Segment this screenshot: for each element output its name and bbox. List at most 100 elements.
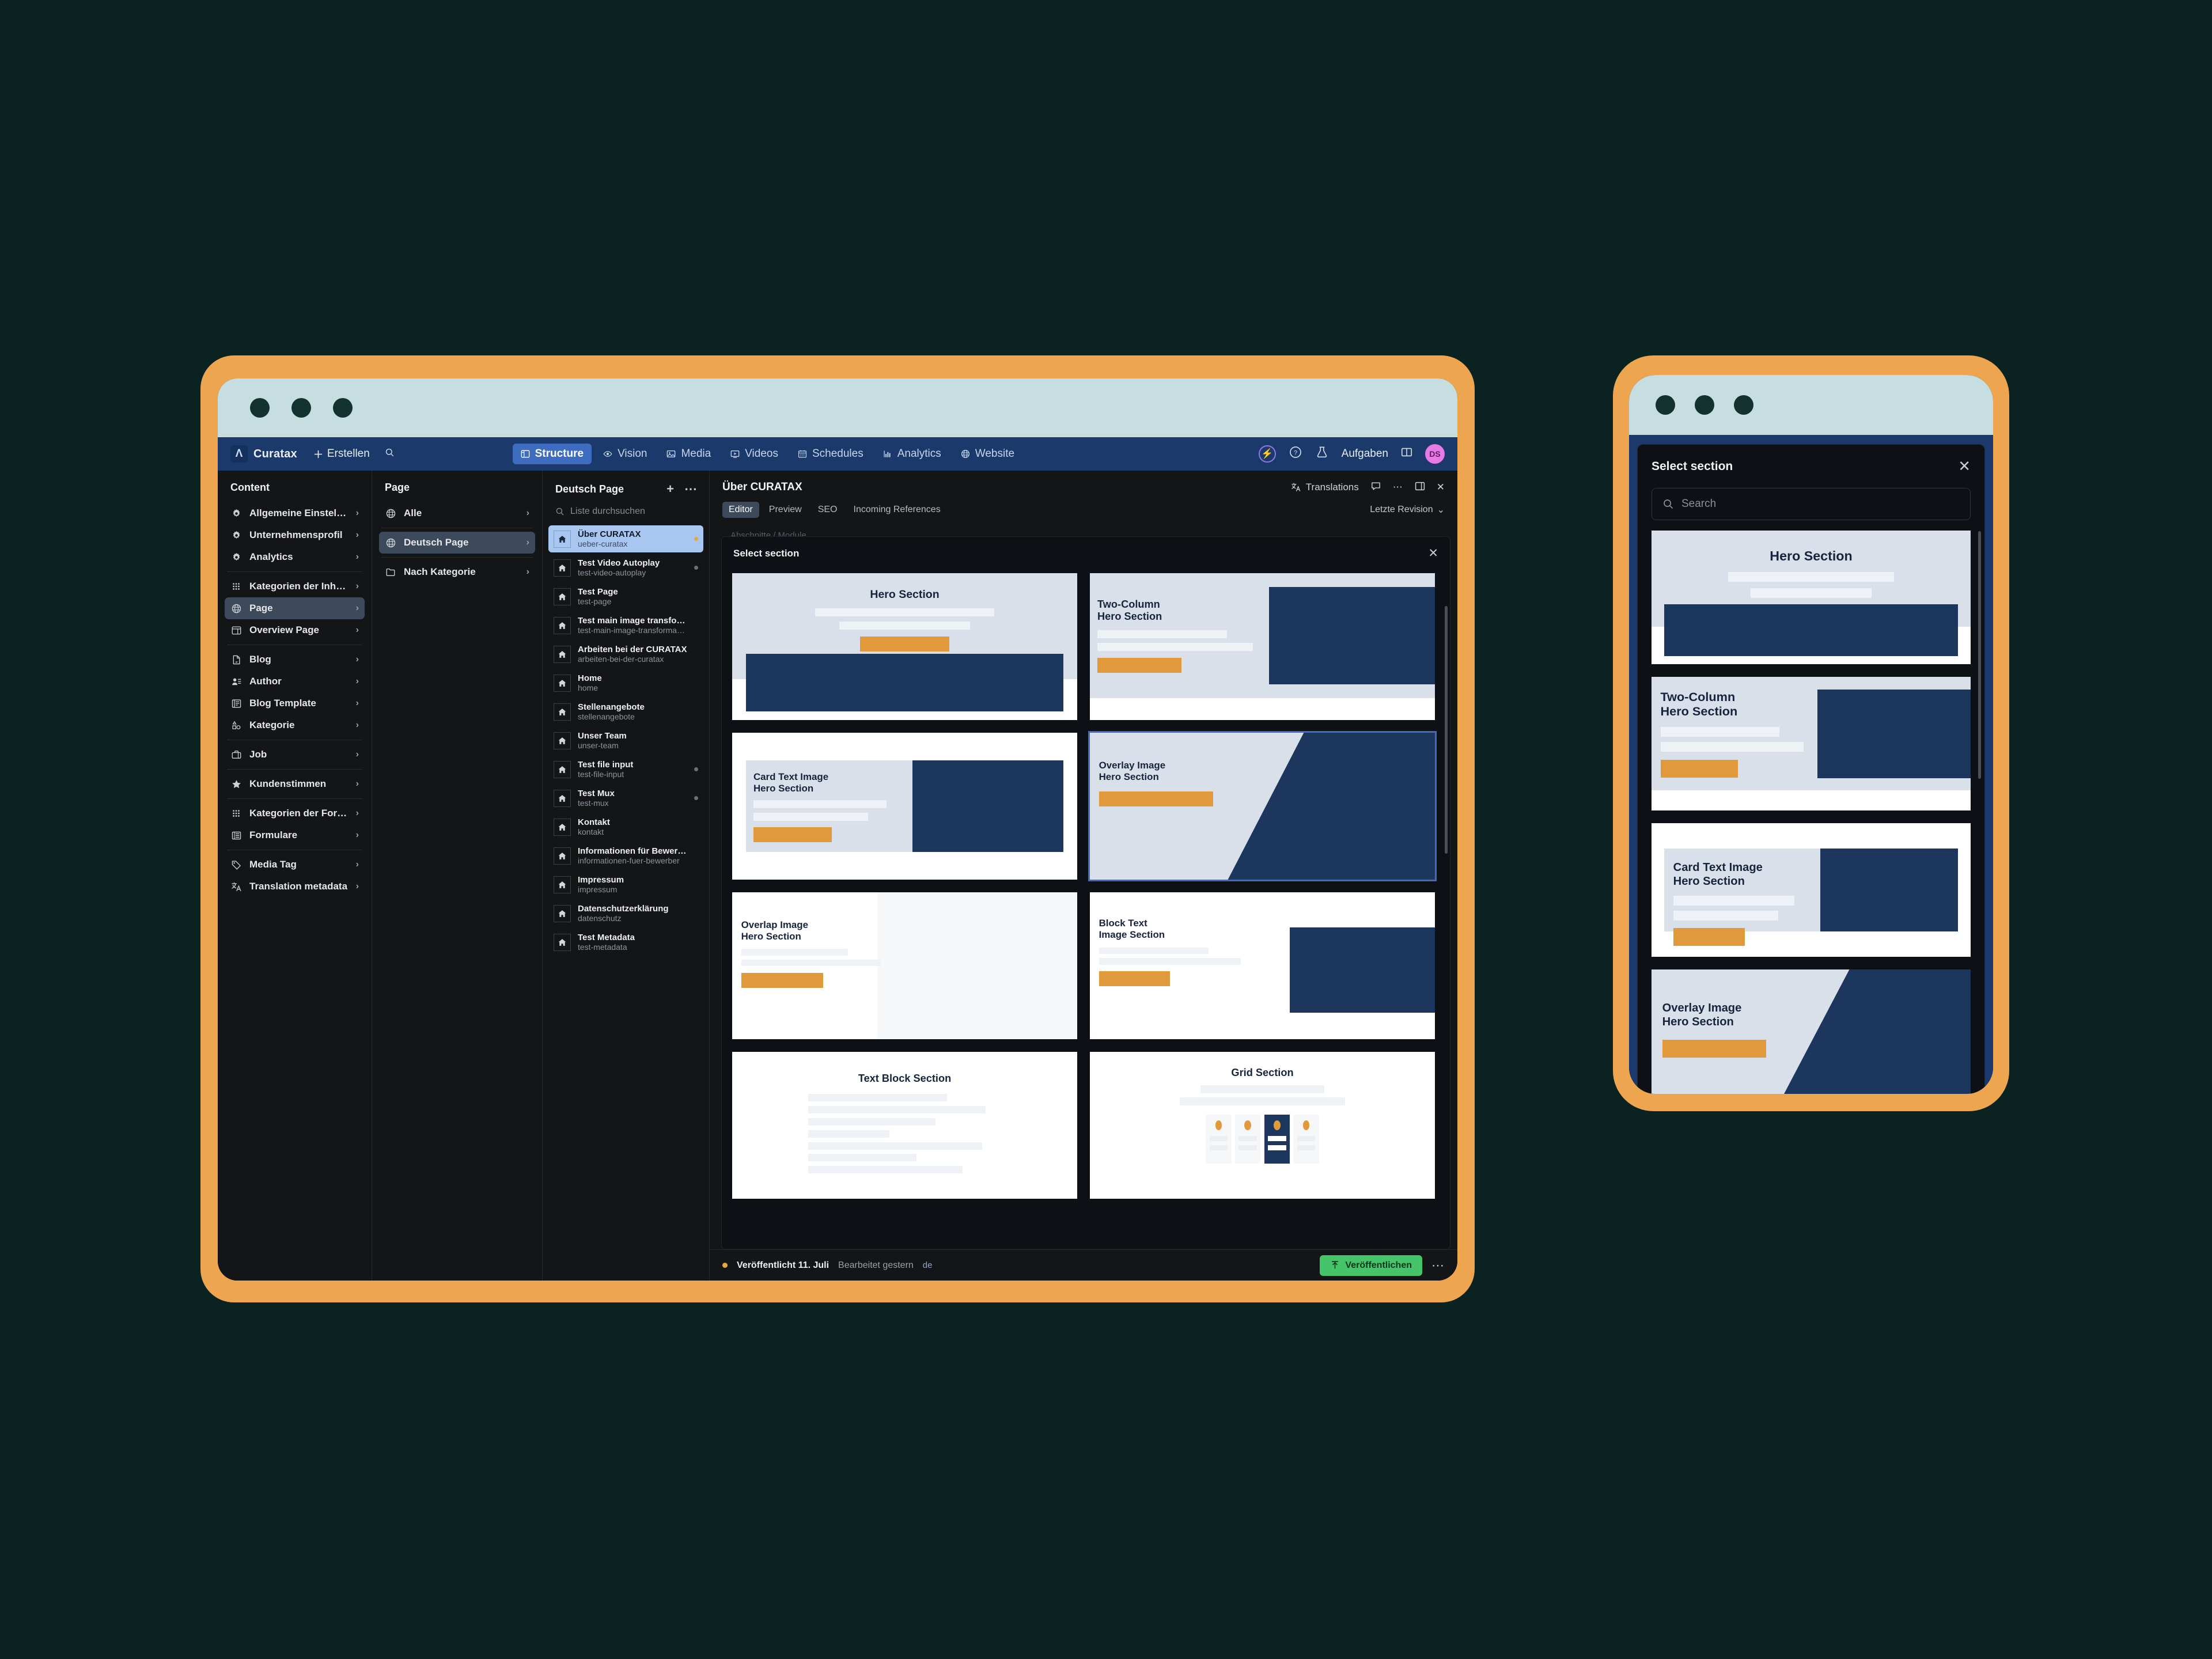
sidebar-item-media-tag[interactable]: Media Tag › — [225, 854, 365, 876]
tab-seo[interactable]: SEO — [812, 502, 844, 518]
document-list-item[interactable]: Datenschutzerklärung datenschutz — [548, 900, 703, 927]
sidebar-item-formulare[interactable]: Formulare › — [225, 824, 365, 846]
sidebar-item-blog[interactable]: ar Blog › — [225, 649, 365, 671]
section-card[interactable]: Two-Column Hero Section — [1090, 573, 1435, 720]
section-card-title: Card Text Image Hero Section — [1673, 861, 1763, 888]
tab-editor[interactable]: Editor — [722, 502, 759, 518]
documents-list[interactable]: Über CURATAX ueber-curatax Test Video Auto… — [543, 524, 709, 1281]
sidebar-item-blog-template[interactable]: Blog Template › — [225, 692, 365, 714]
revision-selector[interactable]: Letzte Revision ⌄ — [1370, 504, 1445, 516]
language-badge[interactable]: de — [923, 1260, 933, 1270]
document-list-item[interactable]: Test Page test-page — [548, 583, 703, 610]
sidebar-item-author[interactable]: Author › — [225, 671, 365, 692]
tab-incoming-references[interactable]: Incoming References — [847, 502, 947, 518]
section-card[interactable]: Grid Section — [1090, 1052, 1435, 1199]
phone-section-card[interactable]: Hero Section — [1652, 531, 1971, 664]
nav-item-vision[interactable]: Vision — [595, 444, 655, 464]
more-icon[interactable]: ⋯ — [1393, 482, 1403, 493]
bolt-icon[interactable]: ⚡ — [1258, 445, 1276, 463]
document-list-item[interactable]: Test Mux test-mux — [548, 785, 703, 812]
close-icon[interactable]: ✕ — [1958, 457, 1971, 475]
section-card[interactable]: Overlay Image Hero Section — [1088, 731, 1437, 881]
section-card[interactable]: Text Block Section — [732, 1052, 1077, 1199]
document-list-item[interactable]: Über CURATAX ueber-curatax — [548, 525, 703, 552]
sidebar-item-job[interactable]: Job › — [225, 744, 365, 766]
sidebar-item-translation-metadata[interactable]: Translation metadata › — [225, 876, 365, 897]
document-list-item[interactable]: Test Metadata test-metadata — [548, 929, 703, 956]
section-card[interactable]: Overlap Image Hero Section — [732, 892, 1077, 1039]
nav-item-analytics[interactable]: Analytics — [875, 444, 949, 464]
section-card[interactable]: Block Text Image Section — [1090, 892, 1435, 1039]
document-list-item[interactable]: Impressum impressum — [548, 871, 703, 898]
brand-name[interactable]: Curatax — [253, 448, 297, 461]
sidebar-item-page[interactable]: Page › — [225, 597, 365, 619]
nav-item-website[interactable]: Website — [953, 444, 1022, 464]
document-list-item[interactable]: Home home — [548, 669, 703, 696]
document-list-item[interactable]: Kontakt kontakt — [548, 813, 703, 840]
page-list[interactable]: Alle › Deutsch Page › Nach Kategorie › — [372, 502, 542, 1281]
more-icon[interactable]: ⋯ — [684, 482, 698, 497]
window-close-dot[interactable] — [1656, 395, 1675, 415]
window-maximize-dot[interactable] — [1734, 395, 1753, 415]
document-list-item[interactable]: Test Video Autoplay test-video-autoplay — [548, 554, 703, 581]
phone-section-card[interactable]: Overlay Image Hero Section — [1652, 969, 1971, 1094]
document-list-item[interactable]: Informationen für Bewerber informationen-… — [548, 842, 703, 869]
placeholder-bar — [741, 959, 881, 967]
sidebar-item-analytics[interactable]: Analytics › — [225, 546, 365, 568]
document-list-item[interactable]: Arbeiten bei der CURATAX arbeiten-bei-der… — [548, 641, 703, 668]
close-icon[interactable]: ✕ — [1428, 546, 1438, 560]
sidebar-item-overview-page[interactable]: Overview Page › — [225, 619, 365, 641]
content-panel-title: Content — [230, 482, 270, 493]
window-maximize-dot[interactable] — [333, 398, 353, 418]
document-list-item[interactable]: Unser Team unser-team — [548, 727, 703, 754]
tasks-label[interactable]: Aufgaben — [1342, 448, 1388, 460]
phone-section-card[interactable]: Card Text Image Hero Section — [1652, 823, 1971, 957]
nav-item-schedules[interactable]: Schedules — [790, 444, 872, 464]
sidebar-item-unternehmensprofil[interactable]: Unternehmensprofil › — [225, 524, 365, 546]
window-close-dot[interactable] — [250, 398, 270, 418]
documents-search-input[interactable]: Liste durchsuchen — [543, 504, 709, 524]
plus-icon[interactable]: + — [666, 482, 674, 497]
beaker-icon[interactable] — [1315, 445, 1329, 463]
image-placeholder — [912, 760, 1064, 852]
phone-scrollbar-thumb[interactable] — [1978, 531, 1981, 779]
comment-icon[interactable] — [1370, 480, 1381, 494]
page-item-nach-kategorie[interactable]: Nach Kategorie › — [379, 561, 535, 583]
panel-icon[interactable] — [1401, 446, 1412, 461]
document-list-item[interactable]: Test file input test-file-input — [548, 756, 703, 783]
panel-icon[interactable] — [1415, 481, 1425, 494]
help-icon[interactable]: ? — [1289, 445, 1302, 463]
nav-item-media[interactable]: Media — [658, 444, 719, 464]
phone-section-cards-list[interactable]: Hero Section Two-Column Hero Section Car… — [1638, 531, 1984, 1094]
phone-section-card[interactable]: Two-Column Hero Section — [1652, 677, 1971, 810]
section-card[interactable]: Card Text Image Hero Section — [732, 733, 1077, 880]
tab-preview[interactable]: Preview — [763, 502, 808, 518]
desktop-device-frame: Λ Curatax Erstellen Structure Vision Med… — [200, 355, 1475, 1302]
phone-device-frame: Select section ✕ Search Hero Section Two… — [1613, 355, 2009, 1111]
avatar[interactable]: DS — [1425, 444, 1445, 464]
document-list-item[interactable]: Test main image transformat…test-main-im… — [548, 612, 703, 639]
nav-item-structure[interactable]: Structure — [512, 444, 592, 464]
sidebar-item-kategorie[interactable]: Kategorie › — [225, 714, 365, 736]
publish-button[interactable]: Veröffentlichen — [1320, 1255, 1422, 1276]
page-item-deutsch-page[interactable]: Deutsch Page › — [379, 532, 535, 554]
page-item-alle[interactable]: Alle › — [379, 502, 535, 524]
phone-search-input[interactable]: Search — [1652, 488, 1971, 520]
sidebar-item-kategorien-der-inhaltsseiten[interactable]: Kategorien der Inhaltsseiten › — [225, 575, 365, 597]
close-icon[interactable]: ✕ — [1437, 482, 1445, 493]
modal-scrollbar-thumb[interactable] — [1445, 606, 1448, 854]
more-icon[interactable]: ⋯ — [1431, 1258, 1445, 1273]
sidebar-item-allgemeine-einstellungen[interactable]: Allgemeine Einstellungen › — [225, 502, 365, 524]
nav-item-videos[interactable]: Videos — [722, 444, 786, 464]
window-minimize-dot[interactable] — [291, 398, 311, 418]
section-cards-grid[interactable]: Hero Section Two-Column Hero Section Car… — [722, 570, 1450, 1249]
create-button[interactable]: Erstellen — [313, 448, 370, 460]
content-types-list[interactable]: Allgemeine Einstellungen›Unternehmenspro… — [218, 502, 372, 1281]
sidebar-item-kundenstimmen[interactable]: Kundenstimmen › — [225, 773, 365, 795]
translations-button[interactable]: Translations — [1291, 482, 1359, 493]
window-minimize-dot[interactable] — [1695, 395, 1714, 415]
sidebar-item-kategorien-der-formulare[interactable]: Kategorien der Formulare › — [225, 802, 365, 824]
section-card[interactable]: Hero Section — [732, 573, 1077, 720]
document-list-item[interactable]: Stellenangebote stellenangebote — [548, 698, 703, 725]
global-search-icon[interactable] — [385, 448, 395, 461]
